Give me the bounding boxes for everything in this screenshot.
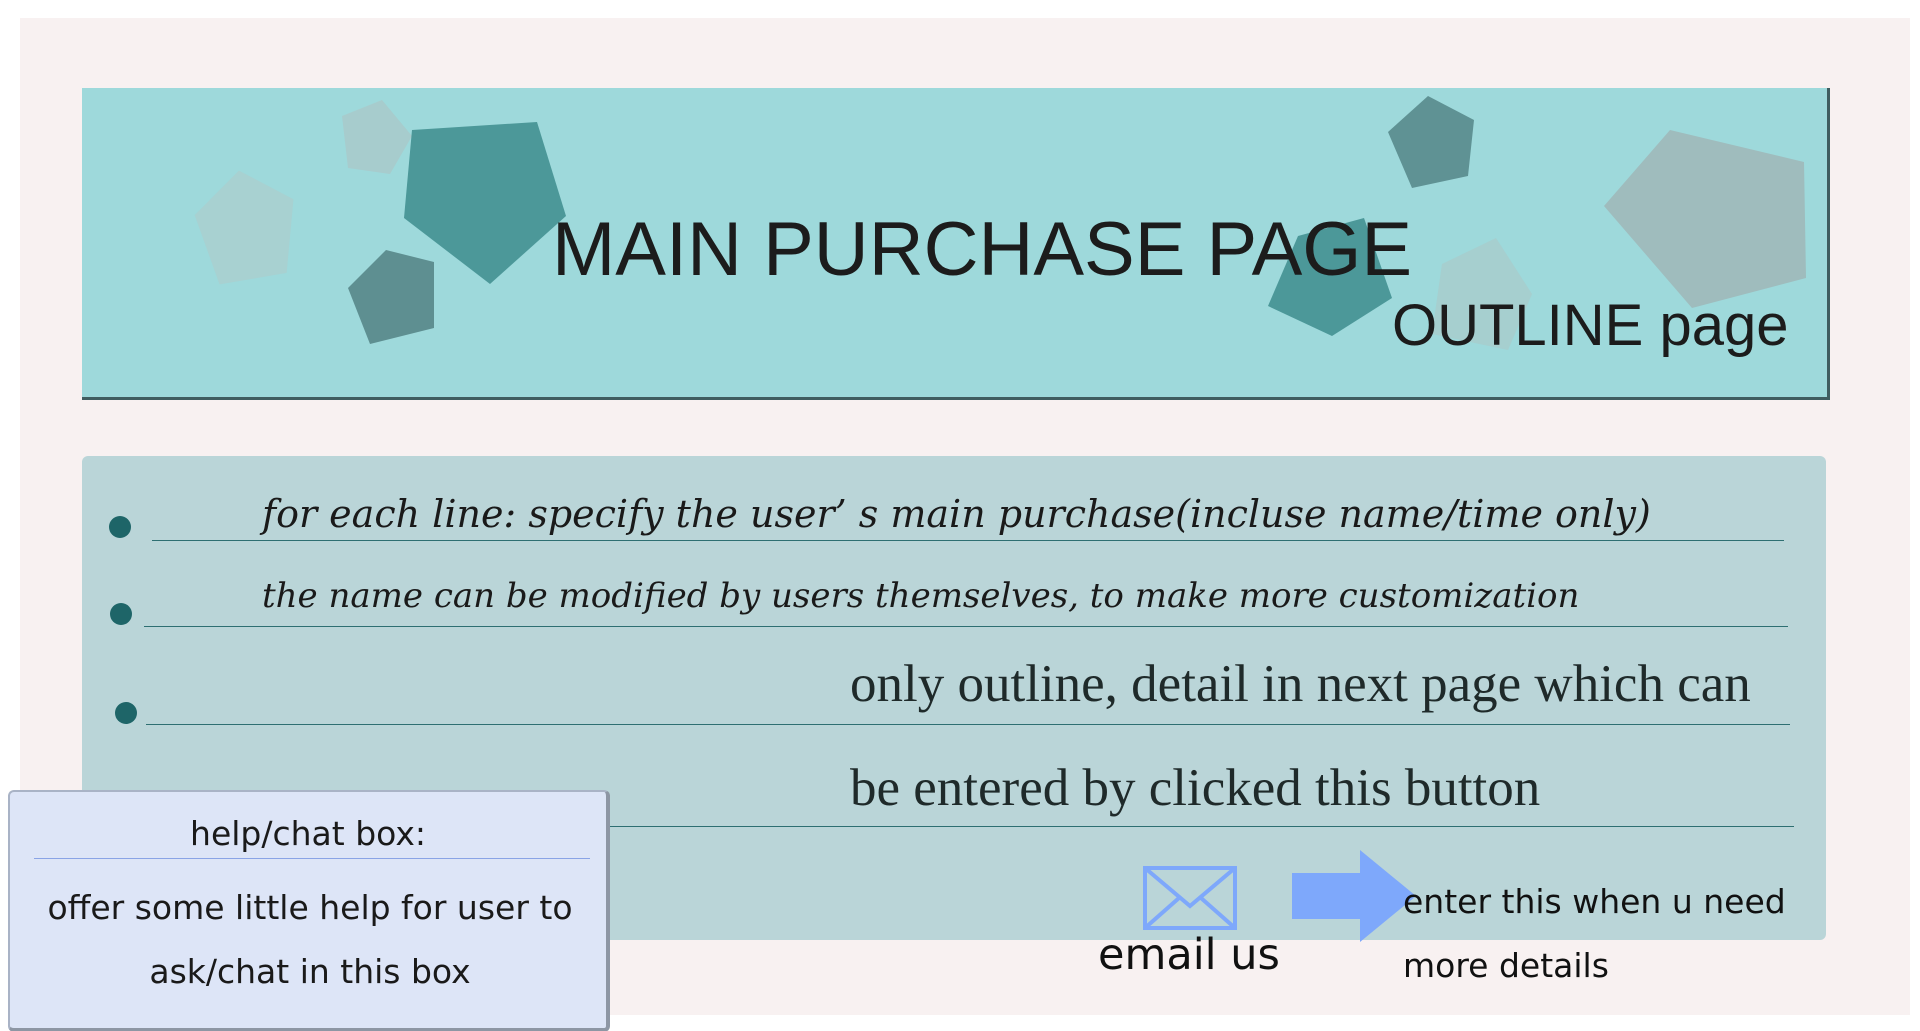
outline-note-line-2: be entered by clicked this button [850, 759, 1541, 817]
line-rule-3 [146, 724, 1790, 725]
purchase-line-2[interactable]: the name can be modified by users themse… [262, 576, 1579, 616]
bullet-point-2 [110, 603, 132, 625]
purchase-line-1[interactable]: for each line: specify the user’ s main … [262, 492, 1651, 536]
bullet-point-3 [115, 702, 137, 724]
outline-note-line-1: only outline, detail in next page which … [850, 655, 1751, 713]
email-us-link[interactable]: email us [1098, 930, 1280, 980]
more-details-hint[interactable]: enter this when u need more details [1403, 870, 1823, 998]
page-title: MAIN PURCHASE PAGE [552, 207, 1413, 292]
bullet-point-1 [109, 516, 131, 538]
page-subtitle: OUTLINE page [1392, 293, 1789, 358]
line-rule-2 [144, 626, 1788, 627]
help-box-divider [34, 858, 590, 859]
help-box-title: help/chat box: [190, 814, 426, 853]
line-rule-1 [152, 540, 1784, 541]
help-chat-box[interactable]: help/chat box: offer some little help fo… [8, 790, 610, 1031]
help-box-body: offer some little help for user to ask/c… [47, 888, 573, 991]
envelope-icon[interactable] [1143, 866, 1237, 930]
page-header-banner: MAIN PURCHASE PAGE OUTLINE page [82, 88, 1830, 400]
right-arrow-icon[interactable] [1292, 850, 1418, 942]
